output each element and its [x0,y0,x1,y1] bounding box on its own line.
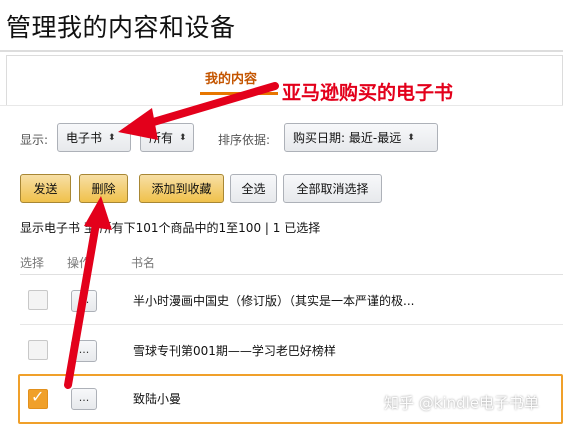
sort-label: 排序依据: [218,133,271,147]
column-header-title[interactable]: 书名 [131,254,155,271]
row-title[interactable]: 致陆小曼 [133,390,181,407]
row-checkbox[interactable] [28,340,48,360]
tab-my-content[interactable]: 我的内容 [205,68,257,87]
active-tab-indicator [200,92,278,95]
updown-chevron-icon: ⬍ [108,132,116,143]
row-title[interactable]: 半小时漫画中国史（修订版）（其实是一本严谨的极... [133,292,414,309]
sort-select[interactable]: 购买日期: 最近-最远 ⬍ [284,123,438,152]
page-title: 管理我的内容和设备 [6,13,236,42]
row-divider [20,324,563,325]
column-header-select: 选择 [20,256,45,270]
send-button[interactable]: 发送 [20,174,71,203]
watermark: 知乎 @kindle电子书单 [384,394,540,412]
check-icon: ✓ [31,387,45,406]
row-action-button[interactable]: ... [71,388,97,410]
row-action-button[interactable]: ... [71,340,97,362]
delete-button[interactable]: 删除 [79,174,128,203]
title-divider [0,50,563,52]
row-title[interactable]: 雪球专刊第001期——学习老巴好榜样 [133,342,336,359]
content-type-value: 电子书 [66,131,103,145]
updown-chevron-icon: ⬍ [179,132,187,143]
scope-value: 所有 [149,131,174,145]
results-summary: 显示电子书 至 所有下101个商品中的1至100 | 1 已选择 [20,221,321,235]
header-divider [20,274,563,275]
add-to-collection-button[interactable]: 添加到收藏 [139,174,224,203]
row-checkbox[interactable] [28,290,48,310]
sort-value: 购买日期: 最近-最远 [293,131,402,145]
tab-divider [0,105,563,106]
updown-chevron-icon: ⬍ [407,132,415,143]
content-type-select[interactable]: 电子书 ⬍ [57,123,131,152]
row-checkbox-checked[interactable]: ✓ [28,387,48,409]
scope-select[interactable]: 所有 ⬍ [140,123,194,152]
column-header-action: 操作 [67,256,92,270]
annotation-text: 亚马逊购买的电子书 [282,82,454,104]
deselect-all-button[interactable]: 全部取消选择 [283,174,382,203]
select-all-button[interactable]: 全选 [230,174,277,203]
row-action-button[interactable]: ... [71,290,97,312]
show-label: 显示: [20,133,49,147]
